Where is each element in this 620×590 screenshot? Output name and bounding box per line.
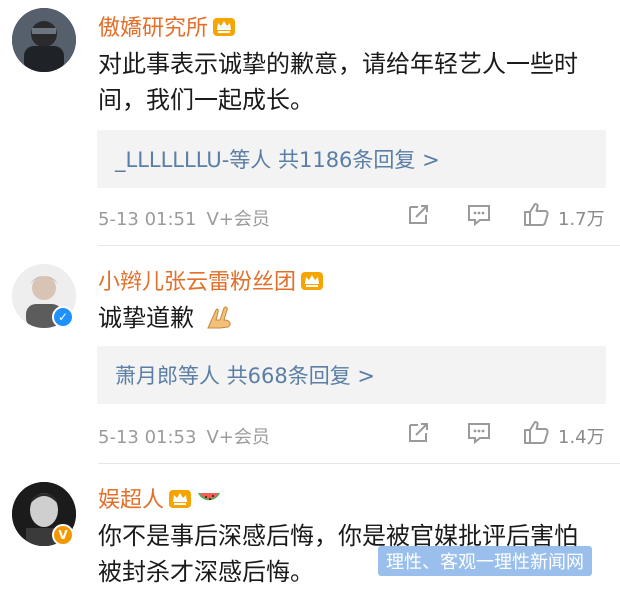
username-text[interactable]: 小辫儿张云雷粉丝团 xyxy=(98,264,296,296)
comment-item: 傲嬌研究所 对此事表示诚挚的歉意，请给年轻艺人一些时间，我们一起成长。 _LLL… xyxy=(0,0,620,246)
timestamp: 5-13 01:51 xyxy=(98,209,197,230)
comment-item: ✓ 小辫儿张云雷粉丝团 诚挚道歉 萧月郎等人 共668条回复 > 5-13 01… xyxy=(0,246,620,464)
replies-link[interactable]: 萧月郎等人 共668条回复 > xyxy=(115,360,375,390)
member-badge[interactable]: V+会员 xyxy=(206,209,269,230)
share-icon[interactable] xyxy=(406,421,432,445)
replies-box[interactable]: 萧月郎等人 共668条回复 > xyxy=(97,346,606,404)
comment-meta: 5-13 01:51 V+会员 xyxy=(98,205,270,231)
watermark: 理性、客观一理性新闻网 xyxy=(378,546,592,576)
crown-icon xyxy=(169,490,192,508)
username-text[interactable]: 娱超人 xyxy=(98,482,164,514)
timestamp: 5-13 01:53 xyxy=(98,427,197,448)
comment-text: 诚挚道歉 xyxy=(98,300,598,336)
username-text[interactable]: 傲嬌研究所 xyxy=(98,10,208,42)
comment-text: 对此事表示诚挚的歉意，请给年轻艺人一些时间，我们一起成长。 xyxy=(98,50,578,114)
share-icon[interactable] xyxy=(406,203,432,227)
crown-icon xyxy=(213,18,236,36)
replies-link[interactable]: _LLLLLLLU-等人 共1186条回复 > xyxy=(115,144,440,174)
comment-icon[interactable] xyxy=(466,203,492,227)
verified-badge-icon: ✓ xyxy=(52,306,74,328)
username[interactable]: 小辫儿张云雷粉丝团 xyxy=(98,264,324,296)
verified-badge-icon: V xyxy=(52,524,74,546)
like-icon[interactable] xyxy=(522,419,550,445)
like-icon[interactable] xyxy=(522,201,550,227)
like-count: 1.7万 xyxy=(558,209,605,230)
replies-box[interactable]: _LLLLLLLU-等人 共1186条回复 > xyxy=(97,130,606,188)
comment-text-content: 诚挚道歉 xyxy=(98,304,194,332)
crown-icon xyxy=(301,272,324,290)
avatar[interactable] xyxy=(12,8,76,72)
comment-meta: 5-13 01:53 V+会员 xyxy=(98,423,270,449)
like-count: 1.4万 xyxy=(558,427,605,448)
pray-emoji-icon xyxy=(206,306,231,329)
member-badge[interactable]: V+会员 xyxy=(206,427,269,448)
watermelon-emoji-icon xyxy=(198,493,221,501)
comment-icon[interactable] xyxy=(466,421,492,445)
username[interactable]: 娱超人 xyxy=(98,482,222,514)
username[interactable]: 傲嬌研究所 xyxy=(98,10,236,42)
